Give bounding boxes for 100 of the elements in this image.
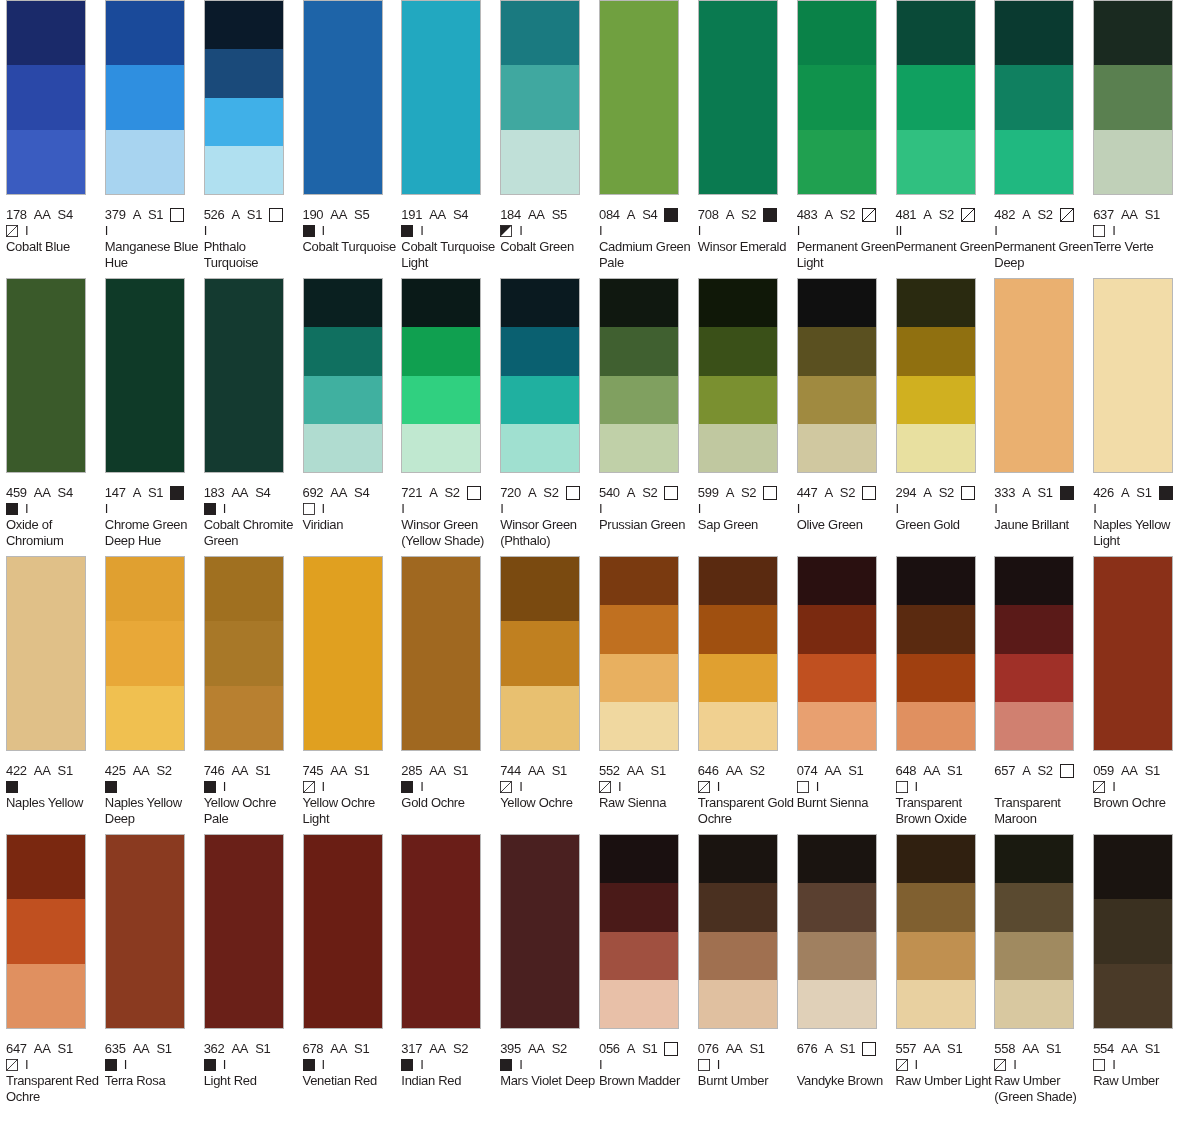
lightfastness-rating: I	[618, 779, 622, 795]
permanence-rating: A	[1022, 207, 1031, 223]
product-code: 459	[6, 485, 27, 501]
paint-name: Cobalt Blue	[6, 239, 71, 255]
product-code: 746	[203, 763, 225, 779]
lightfastness-rating: I	[321, 1057, 325, 1073]
permanence-rating: AA	[132, 1041, 150, 1057]
permanence-rating: A	[1022, 763, 1031, 779]
product-code: 059	[1093, 763, 1114, 779]
product-code: 483	[796, 207, 818, 223]
product-code: 191	[401, 207, 423, 223]
lightfastness-rating: I	[222, 779, 226, 795]
lightfastness-rating: I	[420, 779, 424, 795]
lightfastness-rating: I	[796, 501, 800, 517]
product-code: 637	[1093, 207, 1114, 223]
series-label: S2	[749, 763, 765, 779]
paint-name: Phthalo Turquoise	[203, 239, 260, 271]
series-label: S2	[839, 485, 856, 501]
permanence-rating: AA	[725, 1041, 743, 1057]
permanence-rating: A	[626, 207, 636, 223]
series-label: S1	[650, 763, 666, 779]
permanence-rating: AA	[725, 763, 743, 779]
lightfastness-rating: I	[716, 1057, 721, 1073]
paint-name: Indian Red	[401, 1073, 463, 1089]
lightfastness-rating: I	[222, 501, 226, 517]
paint-name: Winsor Emerald	[697, 239, 788, 255]
series-label: S1	[148, 207, 164, 223]
paint-name: Light Red	[203, 1073, 258, 1089]
series-label: S4	[452, 207, 469, 223]
permanence-rating: AA	[1120, 207, 1138, 223]
lightfastness-rating: I	[25, 501, 29, 517]
permanence-rating: AA	[132, 763, 150, 779]
product-code: 294	[895, 485, 917, 501]
series-label: S1	[1144, 1041, 1160, 1057]
product-code: 744	[500, 763, 521, 779]
paint-name: Raw Umber	[1093, 1073, 1161, 1089]
product-code: 447	[796, 485, 818, 501]
lightfastness-rating: I	[1112, 1057, 1116, 1073]
lightfastness-rating: I	[420, 223, 424, 239]
paint-name: Venetian Red	[302, 1073, 378, 1089]
paint-name: Terre Verte	[1093, 239, 1155, 255]
permanence-rating: A	[824, 485, 833, 501]
lightfastness-rating: I	[697, 501, 702, 517]
series-label: S1	[947, 763, 963, 779]
paint-name: Jaune Brillant	[994, 517, 1070, 533]
product-code: 599	[697, 485, 719, 501]
product-code: 552	[599, 763, 620, 779]
product-code: 554	[1093, 1041, 1114, 1057]
permanence-rating: AA	[626, 763, 644, 779]
permanence-rating: A	[923, 207, 932, 223]
product-code: 745	[302, 763, 324, 779]
product-code: 395	[500, 1041, 521, 1057]
permanence-rating: AA	[1022, 1041, 1039, 1057]
lightfastness-rating: I	[1112, 779, 1116, 795]
series-label: S1	[947, 1041, 963, 1057]
paint-name: Naples Yellow	[6, 795, 85, 811]
permanence-rating: A	[626, 1041, 636, 1057]
product-code: 676	[796, 1041, 818, 1057]
permanence-rating: AA	[824, 763, 842, 779]
series-label: S1	[1037, 485, 1053, 501]
permanence-rating: A	[626, 485, 636, 501]
permanence-rating: AA	[33, 1041, 51, 1057]
paint-name: Cobalt Turquoise	[302, 239, 397, 255]
series-label: S2	[839, 207, 856, 223]
product-code: 708	[697, 207, 719, 223]
paint-name: Permanent Green Light	[796, 239, 896, 271]
paint-name: Brown Ochre	[1093, 795, 1167, 811]
series-label: S2	[551, 1041, 567, 1057]
product-code: 285	[401, 763, 423, 779]
paint-name: Raw Sienna	[599, 795, 668, 811]
lightfastness-rating: I	[519, 1057, 523, 1073]
permanence-rating: AA	[1120, 1041, 1138, 1057]
lightfastness-rating: I	[401, 501, 405, 517]
series-label: S1	[246, 207, 263, 223]
paint-name: Burnt Sienna	[796, 795, 870, 811]
paint-name: Winsor Green (Yellow Shade)	[401, 517, 486, 549]
lightfastness-rating: I	[994, 501, 998, 517]
paint-name: Cobalt Green	[500, 239, 575, 255]
series-label: S4	[255, 485, 271, 501]
permanence-rating: AA	[527, 207, 545, 223]
lightfastness-rating: I	[519, 223, 523, 239]
product-code: 557	[895, 1041, 917, 1057]
paint-name: Mars Violet Deep	[500, 1073, 596, 1089]
lightfastness-rating: II	[895, 223, 903, 239]
paint-name: Naples Yellow Light	[1093, 517, 1172, 549]
permanence-rating: A	[132, 485, 141, 501]
series-label: S2	[1037, 207, 1053, 223]
product-code: 425	[104, 763, 126, 779]
series-label: S1	[551, 763, 567, 779]
permanence-rating: AA	[330, 763, 348, 779]
product-code: 333	[994, 485, 1016, 501]
series-label: S2	[642, 485, 658, 501]
product-code: 481	[895, 207, 917, 223]
series-label: S5	[551, 207, 567, 223]
paint-name: Terra Rosa	[104, 1073, 167, 1089]
paint-name: Cobalt Chromite Green	[203, 517, 295, 549]
permanence-rating: AA	[231, 763, 249, 779]
series-label: S2	[741, 207, 757, 223]
lightfastness-rating: I	[994, 223, 998, 239]
product-code: 646	[697, 763, 719, 779]
